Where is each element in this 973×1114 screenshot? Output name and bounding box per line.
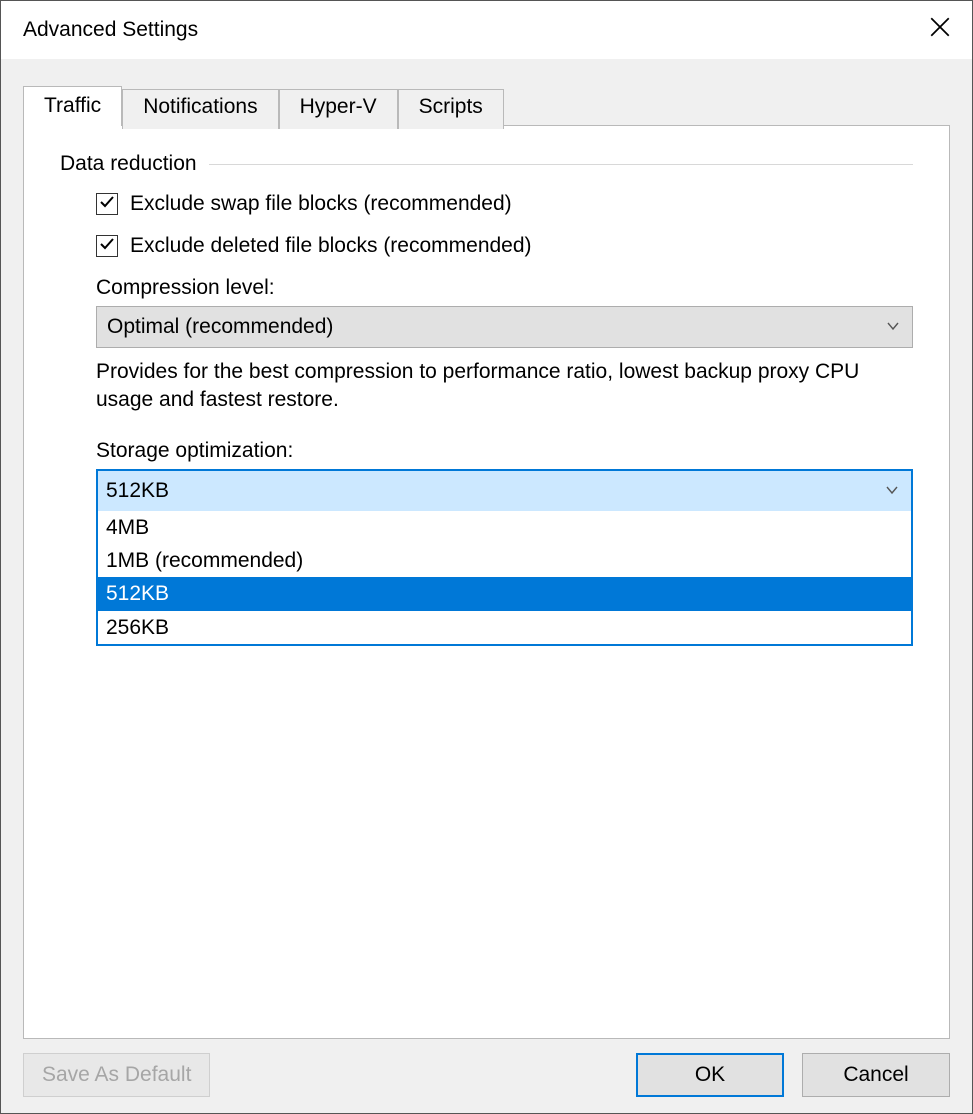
checkbox-label: Exclude swap file blocks (recommended) (130, 192, 512, 216)
save-as-default-button[interactable]: Save As Default (23, 1053, 210, 1097)
window-title: Advanced Settings (23, 18, 198, 42)
tab-panel-traffic: Data reduction Exclude swap file blocks … (23, 125, 950, 1039)
group-divider (209, 164, 913, 165)
tab-label: Notifications (143, 95, 257, 118)
storage-option-512kb[interactable]: 512KB (98, 577, 911, 610)
dialog-window: Advanced Settings Traffic Notifications … (0, 0, 973, 1114)
tab-label: Hyper-V (300, 95, 377, 118)
group-title: Data reduction (60, 152, 197, 176)
cancel-button[interactable]: Cancel (802, 1053, 950, 1097)
storage-option-1mb[interactable]: 1MB (recommended) (98, 544, 911, 577)
tab-notifications[interactable]: Notifications (122, 89, 278, 129)
tab-scripts[interactable]: Scripts (398, 89, 504, 129)
checkbox-row-exclude-deleted: Exclude deleted file blocks (recommended… (96, 234, 913, 258)
group-body: Exclude swap file blocks (recommended) E… (60, 192, 913, 646)
button-label: Cancel (843, 1063, 908, 1087)
checkbox-exclude-swap[interactable] (96, 193, 118, 215)
right-buttons: OK Cancel (636, 1053, 950, 1097)
dropdown-value: 512KB (106, 479, 169, 503)
checkmark-icon (99, 234, 115, 258)
chevron-down-icon (886, 315, 900, 339)
tab-hyper-v[interactable]: Hyper-V (279, 89, 398, 129)
dropdown-value: Optimal (recommended) (107, 315, 333, 339)
close-icon (930, 17, 950, 43)
storage-dropdown-selected[interactable]: 512KB (98, 471, 911, 511)
group-header: Data reduction (60, 152, 913, 176)
checkbox-exclude-deleted[interactable] (96, 235, 118, 257)
titlebar: Advanced Settings (1, 1, 972, 59)
close-button[interactable] (908, 9, 972, 51)
storage-dropdown-list: 4MB 1MB (recommended) 512KB 256KB (98, 511, 911, 645)
compression-dropdown[interactable]: Optimal (recommended) (96, 306, 913, 348)
button-label: Save As Default (42, 1063, 191, 1087)
tab-label: Traffic (44, 94, 101, 117)
compression-label: Compression level: (96, 276, 913, 300)
group-data-reduction: Data reduction Exclude swap file blocks … (60, 152, 913, 646)
tab-traffic[interactable]: Traffic (23, 86, 122, 126)
checkbox-row-exclude-swap: Exclude swap file blocks (recommended) (96, 192, 913, 216)
storage-dropdown[interactable]: 512KB 4MB 1MB (recommended) 512KB 256KB (96, 469, 913, 647)
storage-label: Storage optimization: (96, 439, 913, 463)
dialog-body: Traffic Notifications Hyper-V Scripts Da… (1, 59, 972, 1113)
chevron-down-icon (885, 479, 899, 503)
checkbox-label: Exclude deleted file blocks (recommended… (130, 234, 532, 258)
ok-button[interactable]: OK (636, 1053, 784, 1097)
button-label: OK (695, 1063, 725, 1087)
storage-option-256kb[interactable]: 256KB (98, 611, 911, 644)
button-row: Save As Default OK Cancel (23, 1053, 950, 1097)
tabstrip: Traffic Notifications Hyper-V Scripts (23, 85, 950, 125)
checkmark-icon (99, 192, 115, 216)
tab-label: Scripts (419, 95, 483, 118)
compression-help-text: Provides for the best compression to per… (96, 358, 913, 415)
storage-option-4mb[interactable]: 4MB (98, 511, 911, 544)
